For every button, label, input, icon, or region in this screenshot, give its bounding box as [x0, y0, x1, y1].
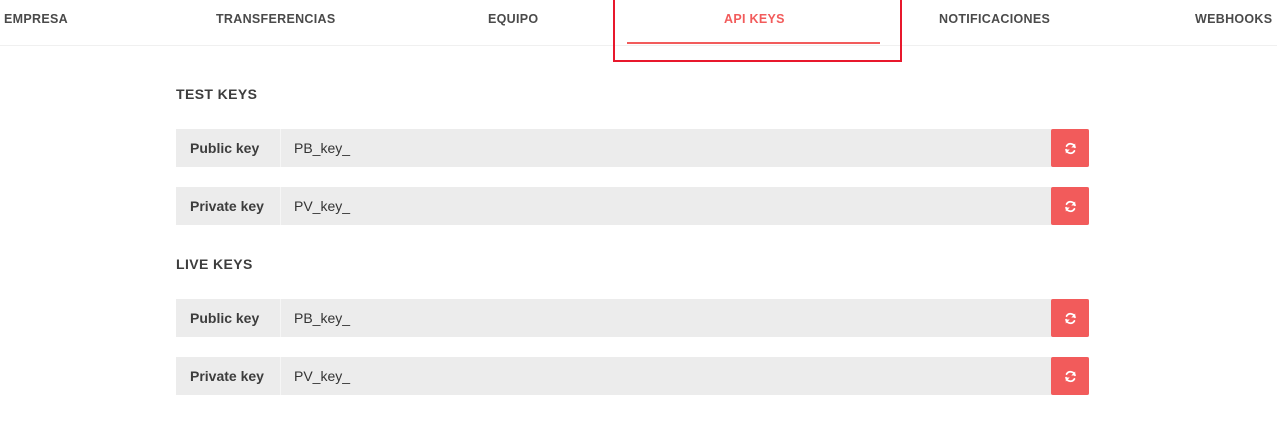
- tab-equipo[interactable]: EQUIPO: [488, 12, 538, 30]
- live-private-key-label: Private key: [176, 357, 281, 395]
- tab-webhooks[interactable]: WEBHOOKS: [1195, 12, 1272, 30]
- test-private-key-input[interactable]: [281, 187, 1051, 225]
- highlight-annotation-box: [613, 0, 902, 62]
- live-private-key-input[interactable]: [281, 357, 1051, 395]
- tab-empresa[interactable]: EMPRESA: [4, 12, 68, 30]
- live-public-key-refresh-button[interactable]: [1051, 299, 1089, 337]
- refresh-icon: [1064, 370, 1076, 382]
- test-public-key-refresh-button[interactable]: [1051, 129, 1089, 167]
- live-keys-heading: LIVE KEYS: [176, 256, 253, 272]
- test-public-key-input[interactable]: [281, 129, 1051, 167]
- test-private-key-row: Private key: [176, 187, 1089, 225]
- live-public-key-input[interactable]: [281, 299, 1051, 337]
- test-private-key-refresh-button[interactable]: [1051, 187, 1089, 225]
- test-private-key-label: Private key: [176, 187, 281, 225]
- refresh-icon: [1064, 200, 1076, 212]
- tab-transferencias[interactable]: TRANSFERENCIAS: [216, 12, 335, 30]
- refresh-icon: [1064, 142, 1076, 154]
- live-public-key-label: Public key: [176, 299, 281, 337]
- tab-notificaciones[interactable]: NOTIFICACIONES: [939, 12, 1050, 30]
- live-public-key-row: Public key: [176, 299, 1089, 337]
- live-private-key-refresh-button[interactable]: [1051, 357, 1089, 395]
- live-private-key-row: Private key: [176, 357, 1089, 395]
- test-keys-heading: TEST KEYS: [176, 86, 258, 102]
- refresh-icon: [1064, 312, 1076, 324]
- test-public-key-label: Public key: [176, 129, 281, 167]
- test-public-key-row: Public key: [176, 129, 1089, 167]
